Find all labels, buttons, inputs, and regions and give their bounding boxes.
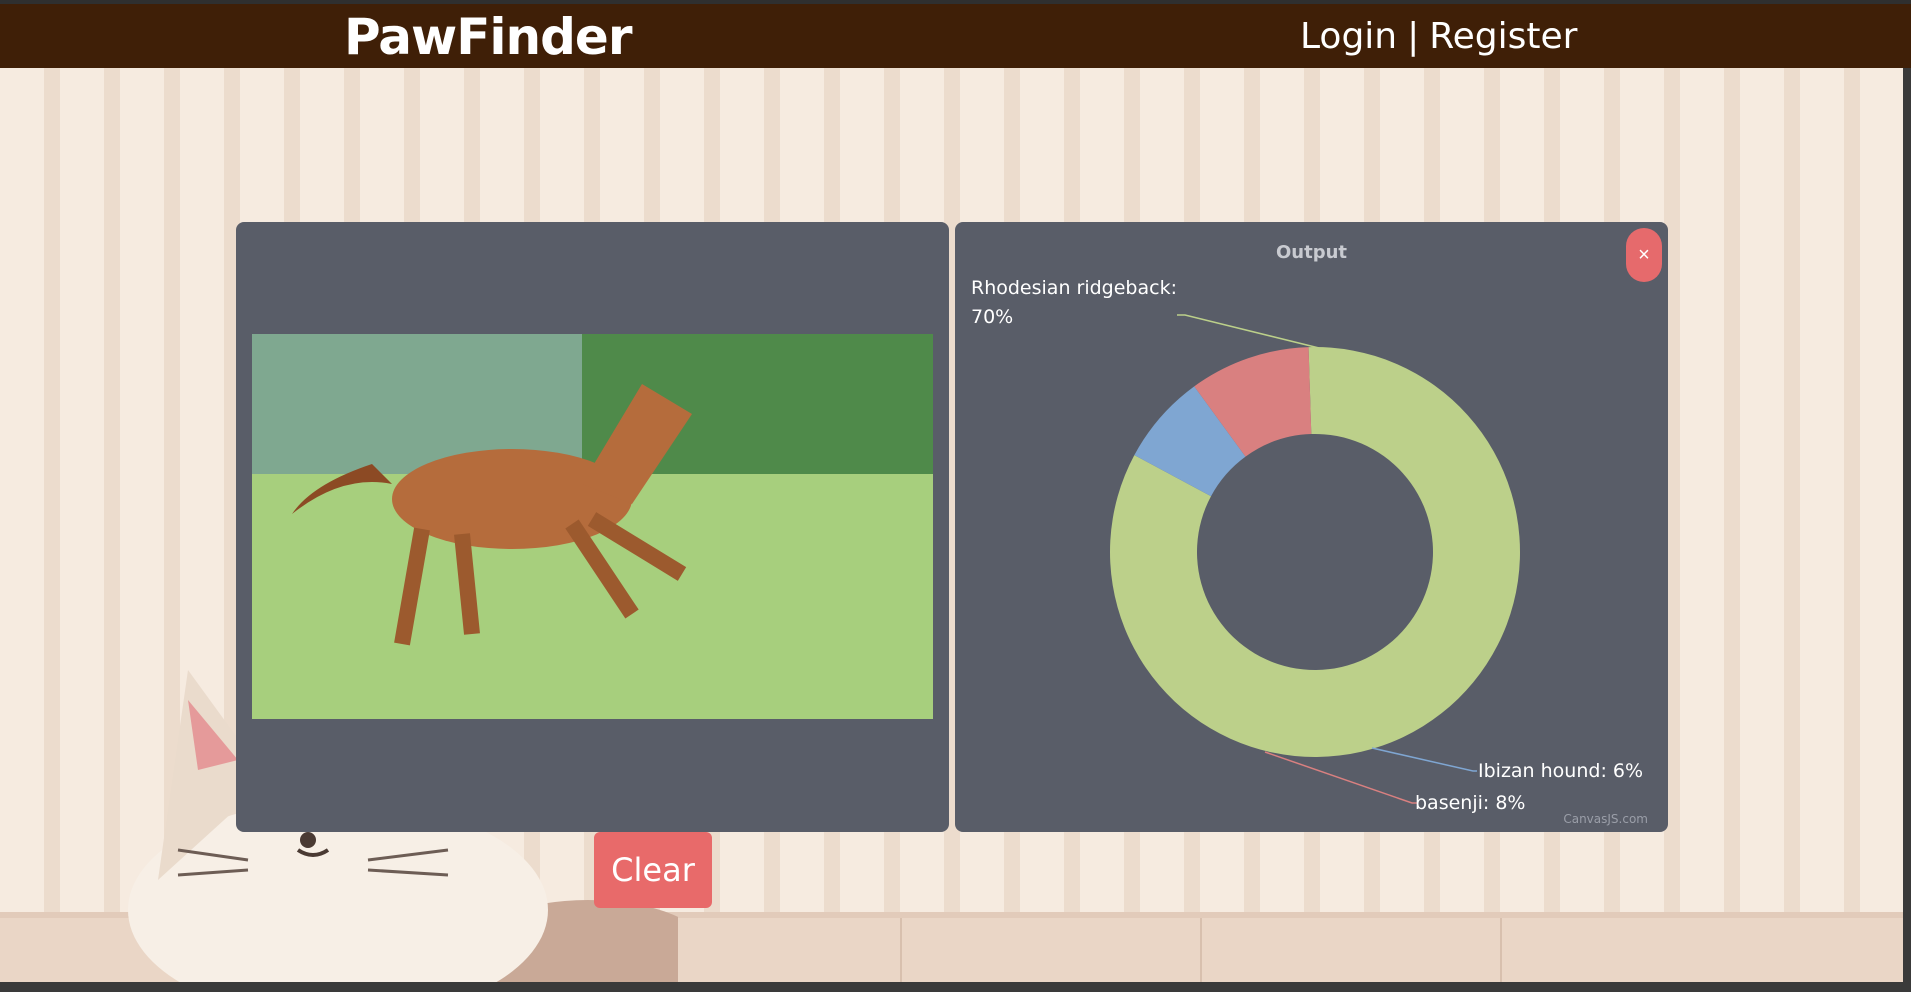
- window-bottom-edge: [0, 982, 1911, 992]
- window-right-edge: [1903, 0, 1911, 992]
- leader-line-basenji: [1264, 751, 1417, 804]
- label-basenji: basenji: 8%: [1415, 792, 1525, 814]
- floor-line: [1500, 918, 1502, 982]
- leader-line-ibizan: [1371, 747, 1477, 772]
- auth-links: Login | Register: [1300, 16, 1577, 57]
- uploaded-photo-horse: [252, 334, 933, 719]
- label-ibizan-hound: Ibizan hound: 6%: [1478, 760, 1643, 782]
- floor-line: [1200, 918, 1202, 982]
- label-ridgeback-value: 70%: [971, 306, 1013, 328]
- brand-logo[interactable]: PawFinder: [344, 8, 632, 66]
- image-preview-panel: [236, 222, 949, 832]
- login-link[interactable]: Login: [1300, 16, 1397, 57]
- auth-separator: |: [1407, 16, 1420, 57]
- chart-credit: CanvasJS.com: [1563, 812, 1648, 826]
- register-link[interactable]: Register: [1429, 16, 1577, 57]
- label-ridgeback-name: Rhodesian ridgeback:: [971, 277, 1177, 299]
- floor-line: [900, 918, 902, 982]
- output-panel: Output × Rhodesian ridgeback: 70% Ibizan h…: [955, 222, 1668, 832]
- clear-button[interactable]: Clear: [594, 832, 712, 908]
- top-navigation-bar: PawFinder Login | Register: [0, 0, 1911, 68]
- doughnut-chart: Rhodesian ridgeback: 70% Ibizan hound: 6% b…: [971, 277, 1643, 814]
- leader-line-ridgeback: [1177, 314, 1320, 349]
